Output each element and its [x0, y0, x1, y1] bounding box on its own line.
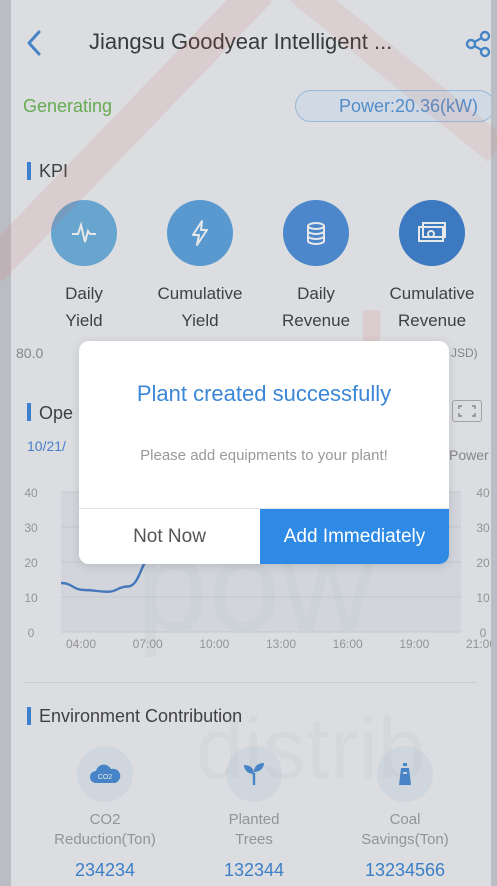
add-immediately-button[interactable]: Add Immediately — [260, 509, 449, 564]
device-frame: Jiangsu Goodyear Intelligent ... Generat… — [0, 0, 497, 886]
dialog-title: Plant created successfully — [136, 381, 392, 406]
success-dialog: Plant created successfully Please add eq… — [79, 341, 449, 564]
not-now-button[interactable]: Not Now — [79, 509, 260, 564]
dialog-message: Please add equipments to your plant! — [140, 447, 388, 464]
